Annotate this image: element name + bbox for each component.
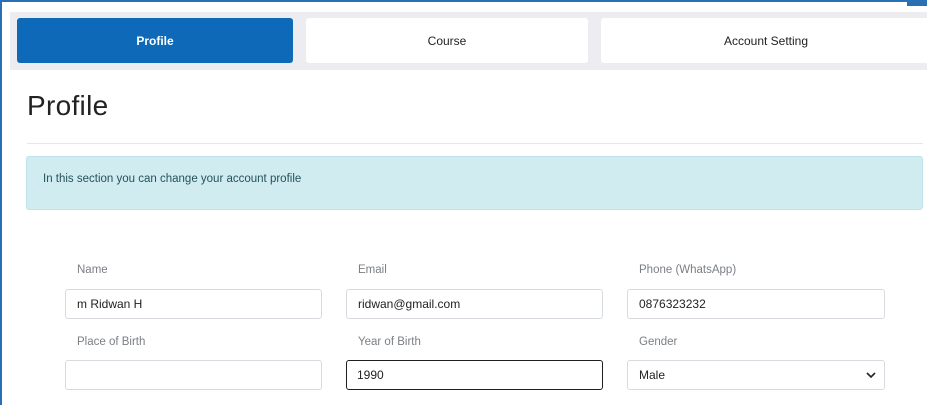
tab-bar: Profile Course Account Setting xyxy=(10,12,927,70)
year-of-birth-label: Year of Birth xyxy=(358,336,421,348)
window-top-border xyxy=(0,0,927,2)
phone-input[interactable] xyxy=(627,289,885,319)
place-of-birth-label: Place of Birth xyxy=(77,336,146,348)
phone-label: Phone (WhatsApp) xyxy=(639,264,737,276)
title-divider xyxy=(27,143,923,144)
year-of-birth-input[interactable] xyxy=(346,360,603,390)
email-input[interactable] xyxy=(346,289,603,319)
tab-course[interactable]: Course xyxy=(306,18,588,63)
tab-account-setting[interactable]: Account Setting xyxy=(601,18,927,63)
place-of-birth-input[interactable] xyxy=(65,360,322,390)
info-alert: In this section you can change your acco… xyxy=(26,156,923,210)
name-input[interactable] xyxy=(65,289,322,319)
gender-label: Gender xyxy=(639,336,678,348)
tab-profile[interactable]: Profile xyxy=(17,18,293,63)
window-corner-accent xyxy=(907,0,927,6)
tab-course-label: Course xyxy=(427,33,467,48)
gender-selected-value: Male xyxy=(639,368,666,382)
name-label: Name xyxy=(77,264,108,276)
page-title: Profile xyxy=(27,90,109,121)
chevron-down-icon xyxy=(866,372,876,379)
email-label: Email xyxy=(358,264,387,276)
tab-profile-label: Profile xyxy=(136,33,174,48)
info-alert-text: In this section you can change your acco… xyxy=(43,173,302,185)
gender-select[interactable]: Male xyxy=(627,360,885,390)
tab-account-setting-label: Account Setting xyxy=(723,33,809,48)
window-left-border xyxy=(0,0,2,405)
